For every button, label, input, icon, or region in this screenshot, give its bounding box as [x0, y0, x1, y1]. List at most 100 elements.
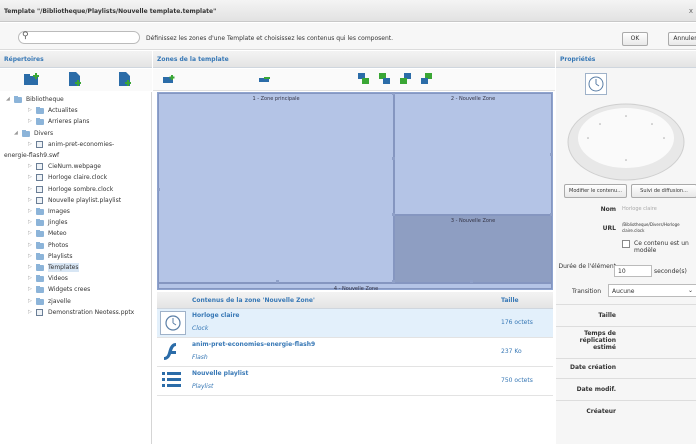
tree-item[interactable]: ▷ Photos [0, 241, 152, 251]
resize-handle[interactable] [392, 157, 395, 160]
zone-1[interactable]: 1 - Zone principale [158, 93, 394, 283]
template-checkbox[interactable] [622, 240, 630, 248]
resize-handle[interactable] [550, 213, 553, 216]
zone-2[interactable]: 2 - Nouvelle Zone [394, 93, 552, 215]
file-icon [36, 140, 43, 148]
tree-item[interactable]: ▷ Nouvelle playlist.playlist [0, 196, 152, 206]
url-value: /Bibliotheque/Divers/Horloge claire.cloc… [622, 222, 680, 233]
tree-item[interactable]: ◢ Bibliotheque [0, 95, 152, 105]
ok-button[interactable]: OK [622, 32, 648, 46]
tree-item[interactable]: ▷ Actualites [0, 106, 152, 116]
tree-item-label: Demonstration Neotess.pptx [48, 308, 135, 316]
broadcast-tracking-button[interactable]: Suivi de diffusion... [631, 184, 696, 198]
add-file-icon[interactable] [68, 72, 82, 87]
collapsed-arrow-icon[interactable]: ▷ [28, 140, 32, 149]
size-label: Taille [598, 312, 616, 319]
tree-item[interactable]: ▷ Videos [0, 274, 152, 284]
search-row: ⚲ Définissez les zones d'une Template et… [0, 23, 696, 50]
bring-front-icon[interactable] [358, 73, 370, 85]
close-icon[interactable]: x [689, 7, 693, 15]
instructions-text: Définissez les zones d'une Template et c… [146, 35, 394, 42]
cancel-button[interactable]: Annuler [668, 32, 696, 46]
collapsed-arrow-icon[interactable]: ▷ [28, 173, 32, 182]
resize-handle[interactable] [392, 92, 395, 95]
tree-item[interactable]: ▷ zjavelle [0, 297, 152, 307]
search-icon: ⚲ [22, 31, 29, 41]
add-zone-icon[interactable] [163, 75, 175, 85]
tree-item[interactable]: ▷ Horloge claire.clock [0, 173, 152, 183]
tree-item[interactable]: ▷ Playlists [0, 252, 152, 262]
resize-handle[interactable] [470, 280, 473, 283]
file-icon [36, 174, 43, 182]
duration-input[interactable]: 10 [614, 265, 652, 277]
resize-handle[interactable] [392, 280, 395, 283]
template-canvas[interactable]: 1 - Zone principale 2 - Nouvelle Zone 3 … [157, 92, 553, 292]
collapsed-arrow-icon[interactable]: ▷ [28, 185, 32, 194]
collapsed-arrow-icon[interactable]: ▷ [28, 207, 32, 216]
collapsed-arrow-icon[interactable]: ▷ [28, 263, 32, 272]
properties-panel: Modifier le contenu... Suivi de diffusio… [556, 68, 696, 444]
collapsed-arrow-icon[interactable]: ▷ [28, 274, 32, 283]
directories-toolbar [0, 69, 152, 91]
tree-item-label: Nouvelle playlist.playlist [48, 196, 122, 204]
collapsed-arrow-icon[interactable]: ▷ [28, 241, 32, 250]
tree-item-label: Widgets crees [48, 286, 91, 294]
folder-icon [36, 264, 44, 271]
transition-select[interactable]: Aucune ⌄ [608, 284, 696, 297]
remove-zone-icon[interactable] [259, 77, 271, 83]
tree-item-label: Jingles [48, 219, 68, 227]
expanded-arrow-icon[interactable]: ◢ [14, 129, 18, 138]
zones-toolbar [153, 69, 555, 91]
folder-icon [36, 219, 44, 227]
tree-item-label: Meteo [48, 230, 67, 238]
add-folder-icon[interactable] [24, 73, 40, 86]
collapsed-arrow-icon[interactable]: ▷ [28, 252, 32, 261]
send-backward-icon[interactable] [400, 73, 412, 85]
modify-content-button[interactable]: Modifier le contenu... [564, 184, 627, 198]
tree-item[interactable]: ▷ Demonstration Neotess.pptx [0, 308, 152, 318]
content-size: 750 octets [501, 377, 533, 384]
resize-handle[interactable] [550, 153, 553, 156]
send-back-icon[interactable] [421, 73, 433, 85]
table-row[interactable]: Nouvelle playlist Playlist 750 octets [157, 367, 553, 396]
tree-item[interactable]: ▷ Arrieres plans [0, 117, 152, 127]
collapsed-arrow-icon[interactable]: ▷ [28, 196, 32, 205]
folder-icon [36, 297, 44, 305]
tree-item[interactable]: energie-flash9.swf [0, 151, 152, 161]
zone-label: 1 - Zone principale [252, 96, 300, 102]
collapsed-arrow-icon[interactable]: ▷ [28, 106, 32, 115]
collapsed-arrow-icon[interactable]: ▷ [28, 218, 32, 227]
collapsed-arrow-icon[interactable]: ▷ [28, 117, 32, 126]
tree-item[interactable]: ▷ Templates [0, 263, 152, 273]
flash-icon [160, 340, 186, 364]
expanded-arrow-icon[interactable]: ◢ [6, 95, 10, 104]
tree-item[interactable]: ▷ Jingles [0, 218, 152, 228]
file-icon [36, 196, 43, 204]
collapsed-arrow-icon[interactable]: ▷ [28, 297, 32, 306]
tree-item[interactable]: ▷ Images [0, 207, 152, 217]
resize-handle[interactable] [276, 280, 279, 283]
zone-3[interactable]: 3 - Nouvelle Zone [394, 215, 552, 283]
tree-item[interactable]: ▷ Meteo [0, 229, 152, 239]
content-type: Playlist [192, 383, 214, 390]
content-name: Nouvelle playlist [192, 370, 249, 377]
collapsed-arrow-icon[interactable]: ▷ [28, 162, 32, 171]
table-row[interactable]: anim-pret-economies-energie-flash9 Flash… [157, 338, 553, 367]
bring-forward-icon[interactable] [379, 73, 391, 85]
resize-handle[interactable] [157, 188, 160, 191]
collapsed-arrow-icon[interactable]: ▷ [28, 308, 32, 317]
tree-item[interactable]: ▷ Widgets crees [0, 285, 152, 295]
tree-item[interactable]: ▷ Horloge sombre.clock [0, 185, 152, 195]
search-input[interactable]: ⚲ [18, 31, 140, 44]
creator-label: Créateur [586, 408, 616, 415]
tree-item[interactable]: ▷ CieNum.webpage [0, 162, 152, 172]
replication-label: Temps de réplication estimé [579, 330, 616, 351]
collapsed-arrow-icon[interactable]: ▷ [28, 229, 32, 238]
collapsed-arrow-icon[interactable]: ▷ [28, 285, 32, 294]
add-content-icon[interactable] [118, 72, 132, 87]
table-row[interactable]: Horloge claire Clock 176 octets [157, 309, 553, 338]
tree-item[interactable]: ◢ Divers [0, 129, 152, 139]
tree-item[interactable]: ▷ anim-pret-economies- [0, 140, 152, 150]
resize-handle[interactable] [392, 213, 395, 216]
folder-icon [36, 275, 44, 283]
